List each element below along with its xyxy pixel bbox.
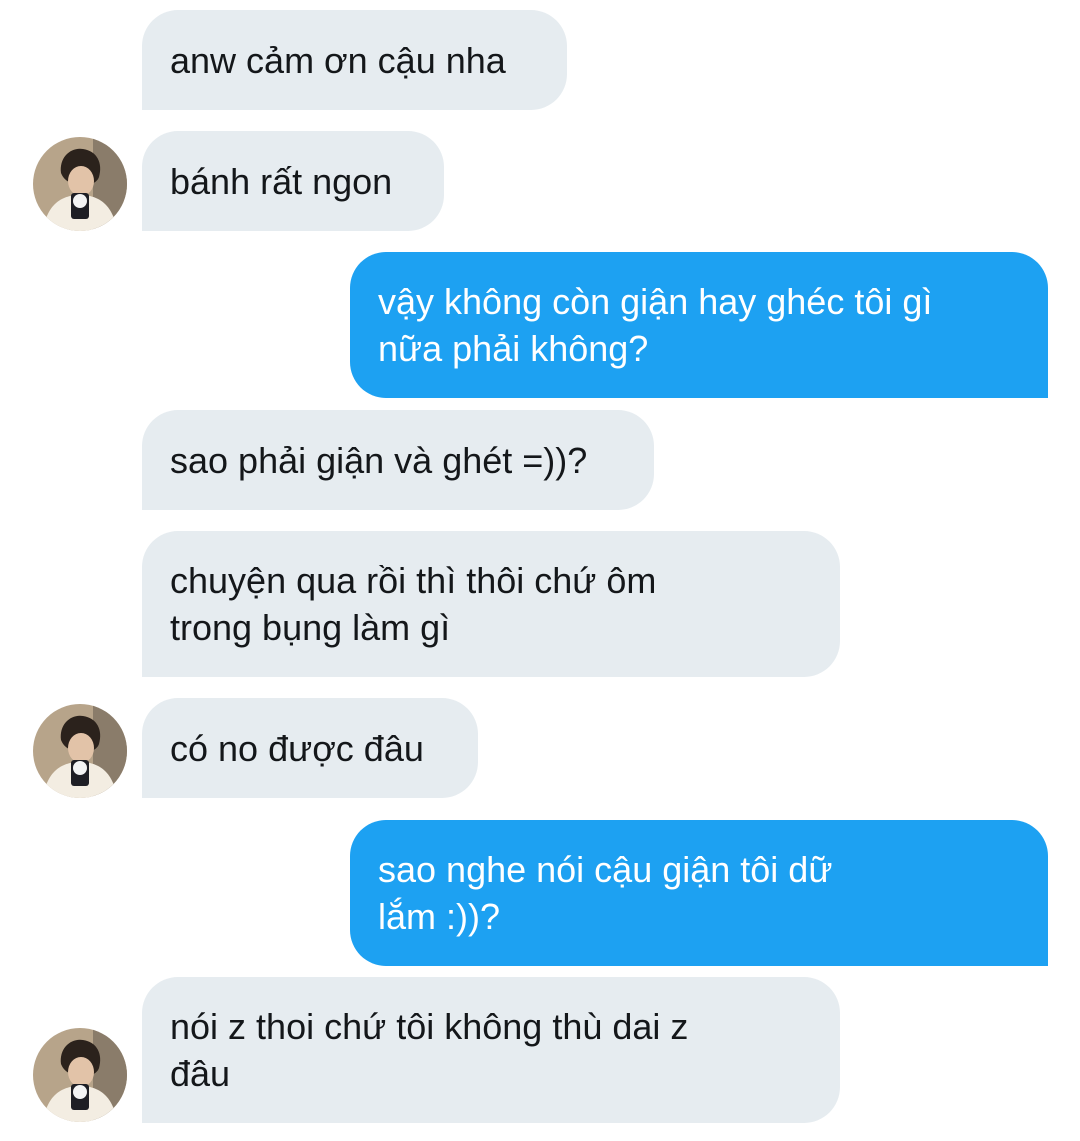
message-bubble-outgoing[interactable]: vậy không còn giận hay ghéc tôi gì nữa p…: [350, 252, 1048, 398]
message-bubble-incoming[interactable]: nói z thoi chứ tôi không thù dai z đâu: [142, 977, 840, 1123]
message-bubble-incoming[interactable]: sao phải giận và ghét =))?: [142, 410, 654, 510]
avatar-photo: [33, 137, 127, 231]
contact-avatar-icon[interactable]: [33, 1028, 127, 1122]
message-text: có no được đâu: [170, 727, 424, 769]
chat-screen: { "messages": [ { "side": "in", "text": …: [0, 0, 1080, 1141]
message-text: sao nghe nói cậu giận tôi dữ lắm :))?: [378, 849, 833, 937]
message-text: sao phải giận và ghét =))?: [170, 439, 588, 481]
message-text: vậy không còn giận hay ghéc tôi gì nữa p…: [378, 281, 933, 369]
message-text: chuyện qua rồi thì thôi chứ ôm trong bụn…: [170, 560, 657, 648]
avatar-photo: [33, 704, 127, 798]
message-bubble-outgoing[interactable]: sao nghe nói cậu giận tôi dữ lắm :))?: [350, 820, 1048, 966]
contact-avatar-icon[interactable]: [33, 137, 127, 231]
message-bubble-incoming[interactable]: bánh rất ngon: [142, 131, 444, 231]
message-text: nói z thoi chứ tôi không thù dai z đâu: [170, 1006, 689, 1094]
message-bubble-incoming[interactable]: có no được đâu: [142, 698, 478, 798]
message-text: bánh rất ngon: [170, 160, 393, 202]
message-bubble-incoming[interactable]: anw cảm ơn cậu nha: [142, 10, 567, 110]
contact-avatar-icon[interactable]: [33, 704, 127, 798]
message-bubble-incoming[interactable]: chuyện qua rồi thì thôi chứ ôm trong bụn…: [142, 531, 840, 677]
avatar-photo: [33, 1028, 127, 1122]
message-text: anw cảm ơn cậu nha: [170, 39, 506, 81]
